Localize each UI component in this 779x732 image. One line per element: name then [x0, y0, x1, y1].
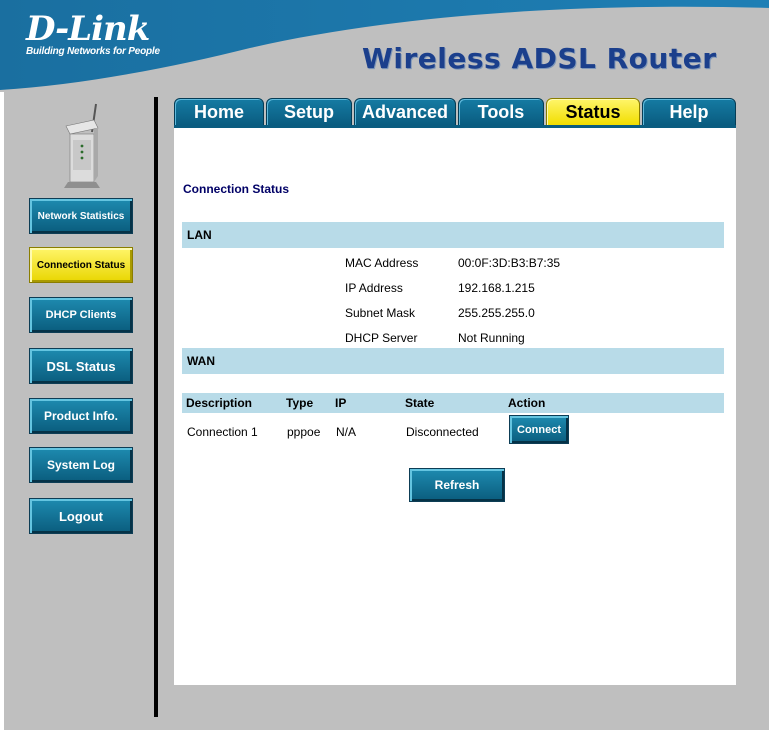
tab-bar: Home Setup Advanced Tools Status Help [174, 98, 736, 126]
subnet-mask-label: Subnet Mask [345, 306, 416, 320]
col-description: Description [186, 396, 253, 410]
lan-heading: LAN [187, 228, 212, 242]
nav-system-log[interactable]: System Log [29, 447, 133, 483]
tab-tools[interactable]: Tools [458, 98, 544, 126]
lan-section-bar: LAN [182, 222, 724, 248]
wan-ip: N/A [336, 425, 357, 439]
subnet-mask-value: 255.255.255.0 [458, 306, 535, 320]
wan-table-header: Description Type IP State Action [182, 393, 724, 413]
page-frame: Network Statistics Connection Status DHC… [4, 92, 769, 730]
nav-logout[interactable]: Logout [29, 498, 133, 534]
tab-status[interactable]: Status [546, 98, 640, 126]
tab-advanced[interactable]: Advanced [354, 98, 456, 126]
nav-network-statistics[interactable]: Network Statistics [29, 198, 133, 234]
mac-address-value: 00:0F:3D:B3:B7:35 [458, 256, 561, 270]
dhcp-server-label: DHCP Server [345, 331, 418, 345]
nav-connection-status[interactable]: Connection Status [29, 247, 133, 283]
product-title: Wireless ADSL Router [362, 42, 717, 75]
wan-heading: WAN [187, 354, 215, 368]
wan-description: Connection 1 [187, 425, 258, 439]
sidebar: Network Statistics Connection Status DHC… [4, 92, 154, 730]
page-title: Connection Status [183, 182, 290, 196]
nav-product-info[interactable]: Product Info. [29, 398, 133, 434]
right-edge [769, 0, 779, 732]
mac-address-label: MAC Address [345, 256, 419, 270]
col-state: State [405, 396, 435, 410]
tab-home[interactable]: Home [174, 98, 264, 126]
nav-dhcp-clients[interactable]: DHCP Clients [29, 297, 133, 333]
divider-line [154, 97, 158, 717]
tab-help[interactable]: Help [642, 98, 736, 126]
wan-section-bar: WAN [182, 348, 724, 374]
wan-type: pppoe [287, 425, 321, 439]
refresh-button[interactable]: Refresh [409, 468, 505, 502]
ip-address-label: IP Address [345, 281, 403, 295]
nav-dsl-status[interactable]: DSL Status [29, 348, 133, 384]
connect-button[interactable]: Connect [509, 415, 569, 444]
main-content: Connection Status LAN MAC Address 00:0F:… [174, 128, 736, 685]
col-type: Type [286, 396, 314, 410]
col-action: Action [508, 396, 546, 410]
col-ip: IP [335, 396, 347, 410]
dhcp-server-value: Not Running [458, 331, 525, 345]
header: D-Link Building Networks for People Wire… [0, 0, 770, 92]
router-image [64, 103, 100, 188]
tab-setup[interactable]: Setup [266, 98, 352, 126]
dlink-logo[interactable]: D-Link Building Networks for People [26, 12, 160, 57]
wan-state: Disconnected [406, 425, 479, 439]
ip-address-value: 192.168.1.215 [458, 281, 535, 295]
